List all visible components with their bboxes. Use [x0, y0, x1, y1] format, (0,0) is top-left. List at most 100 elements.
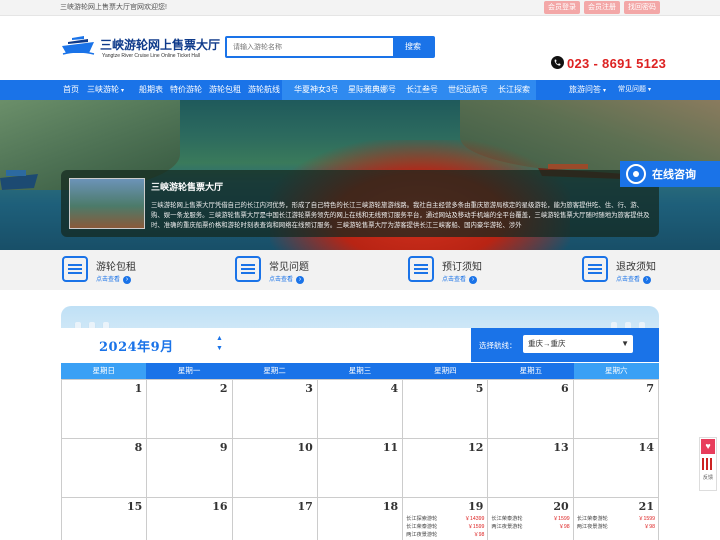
- calendar-day-cell[interactable]: 20 长江荣泰游轮 ￥1599 两江夜景游轮 ￥98: [488, 498, 574, 540]
- trip-item[interactable]: 长江荣泰游轮 ￥1599: [577, 515, 655, 523]
- chat-icon: [626, 164, 646, 184]
- calendar-day-cell[interactable]: 6: [488, 380, 574, 439]
- calendar-day-cell[interactable]: 8: [62, 439, 148, 498]
- nav-ship-changjiang-explorer[interactable]: 长江探索: [498, 80, 530, 100]
- calendar-day-number: 2: [219, 382, 228, 395]
- calendar-day-cell[interactable]: 12: [403, 439, 489, 498]
- shortcut-booking-notice[interactable]: 预订须知 点击查看: [408, 256, 548, 286]
- calendar-day-cell[interactable]: 14: [573, 439, 659, 498]
- trip-item[interactable]: 长江荣泰游轮 ￥1599: [491, 515, 569, 523]
- calendar-day-cell[interactable]: 9: [147, 439, 233, 498]
- shortcut-faq[interactable]: 常见问题 点击查看: [235, 256, 375, 286]
- calendar-day-cell[interactable]: 11: [317, 439, 404, 498]
- nav-schedule[interactable]: 船期表: [139, 80, 163, 100]
- trip-list: 长江探索游轮 ￥14399 长江荣泰游轮 ￥1599 两江夜景游轮 ￥98: [406, 515, 484, 539]
- route-selector-box: 选择航线： 重庆→重庆: [471, 328, 659, 362]
- calendar-day-number: 7: [646, 382, 654, 395]
- nav-home[interactable]: 首页: [63, 80, 79, 100]
- banner-boat-left: [0, 170, 38, 190]
- trip-price: ￥98: [473, 532, 485, 538]
- weekday-label: 星期四: [434, 366, 457, 375]
- trip-price: ￥1599: [467, 524, 485, 530]
- calendar-day-cell[interactable]: 15: [62, 498, 148, 540]
- trip-item[interactable]: 长江荣泰游轮 ￥1599: [406, 523, 484, 531]
- site-logo-title[interactable]: 三峡游轮网上售票大厅: [100, 36, 220, 53]
- trip-ship-name: 长江探索游轮: [406, 516, 438, 522]
- calendar-day-cell[interactable]: 7: [573, 380, 659, 439]
- refund-document-icon: [582, 256, 608, 282]
- calendar-day-cell[interactable]: 16: [147, 498, 233, 540]
- nav-ship-xingji-yadianna[interactable]: 星际雅典娜号: [348, 80, 396, 100]
- prev-month-arrow-icon[interactable]: ▲: [216, 334, 223, 344]
- nav-travel-qa[interactable]: 旅游问答: [569, 80, 606, 100]
- weekday-label: 星期五: [519, 366, 543, 375]
- nav-special-cruise[interactable]: 特价游轮: [170, 80, 202, 100]
- register-button[interactable]: 会员注册: [584, 1, 620, 14]
- hero-banner[interactable]: 三峡游轮售票大厅 三峡游轮网上售票大厅凭借自己的长江内河优势，形成了自己特色的长…: [0, 100, 720, 250]
- calendar-day-cell[interactable]: 4: [317, 380, 404, 439]
- nav-three-gorges-cruise[interactable]: 三峡游轮: [87, 80, 124, 100]
- trip-item[interactable]: 两江夜景游轮 ￥98: [406, 531, 484, 539]
- online-consult-label: 在线咨询: [652, 169, 696, 181]
- shortcut-refund-notice[interactable]: 退改须知 点击查看: [582, 256, 720, 286]
- shortcut-view-link[interactable]: 点击查看: [96, 274, 131, 284]
- nav-ship-huaxia-shennv-3[interactable]: 华夏神女3号: [294, 80, 338, 100]
- calendar-day-cell[interactable]: 17: [232, 498, 318, 540]
- calendar-grid: 1 2 3 4 5 6 7 8 9 10 11 12 13 14 15 16 17 18 19 长江探索游轮 ￥1439…: [61, 379, 659, 540]
- calendar-day-cell[interactable]: 3: [232, 380, 318, 439]
- nav-faq[interactable]: 常见问题: [618, 80, 651, 100]
- favorite-heart-icon[interactable]: ♥: [701, 439, 715, 454]
- qr-code-icon[interactable]: [702, 458, 714, 470]
- top-bar: 三峡游轮网上售票大厅官网欢迎您! 会员登录 会员注册 找回密码: [0, 0, 720, 16]
- intro-text: 三峡游轮网上售票大厅凭借自己的长江内河优势，形成了自己特色的长江三峡游轮旅游线路…: [151, 202, 650, 229]
- nav-ship-century-voyage[interactable]: 世纪远航号: [448, 80, 488, 100]
- calendar-day-number: 11: [382, 441, 399, 454]
- calendar-day-cell[interactable]: 1: [62, 380, 148, 439]
- nav-ship-changjiang-3[interactable]: 长江叁号: [406, 80, 438, 100]
- calendar-day-number: 12: [468, 441, 484, 454]
- cruise-ship-logo-icon[interactable]: [60, 30, 96, 56]
- next-month-arrow-icon[interactable]: ▼: [216, 344, 223, 354]
- calendar-day-number: 3: [305, 382, 313, 395]
- trip-item[interactable]: 长江探索游轮 ￥14399: [406, 515, 484, 523]
- calendar-day-cell[interactable]: 5: [403, 380, 489, 439]
- forgot-password-button[interactable]: 找回密码: [624, 1, 660, 14]
- calendar-day-number: 17: [297, 500, 313, 513]
- trip-item[interactable]: 两江夜景游轮 ￥98: [577, 523, 655, 531]
- feedback-button[interactable]: 反馈: [701, 475, 715, 482]
- login-button[interactable]: 会员登录: [544, 1, 580, 14]
- weekday-header: 星期日 星期一 星期二 星期三 星期四 星期五 星期六: [61, 363, 659, 379]
- calendar-day-number: 8: [134, 441, 143, 454]
- calendar-day-number: 10: [297, 441, 313, 454]
- shortcut-view-link[interactable]: 点击查看: [442, 274, 477, 284]
- search-input[interactable]: [227, 38, 395, 56]
- trip-list: 长江荣泰游轮 ￥1599 两江夜景游轮 ￥98: [491, 515, 569, 531]
- trip-ship-name: 长江荣泰游轮: [576, 516, 608, 522]
- calendar-day-number: 4: [390, 382, 399, 395]
- route-select[interactable]: 重庆→重庆: [523, 335, 633, 353]
- calendar-day-number: 16: [212, 500, 228, 513]
- calendar-day-number: 5: [475, 382, 484, 395]
- calendar-header: 2024年9月 ▲ ▼ 选择航线： 重庆→重庆: [61, 328, 659, 362]
- online-consult-button[interactable]: 在线咨询: [620, 161, 720, 187]
- trip-item[interactable]: 两江夜景游轮 ￥98: [491, 523, 569, 531]
- shortcut-view-link[interactable]: 点击查看: [269, 274, 304, 284]
- calendar-day-cell[interactable]: 19 长江探索游轮 ￥14399 长江荣泰游轮 ￥1599 两江夜景游轮 ￥98: [403, 498, 489, 540]
- intro-thumbnail[interactable]: [69, 178, 145, 229]
- calendar-day-cell[interactable]: 21 长江荣泰游轮 ￥1599 两江夜景游轮 ￥98: [573, 498, 659, 540]
- calendar-day-cell[interactable]: 18: [317, 498, 404, 540]
- shortcut-title: 退改须知: [616, 262, 656, 273]
- shortcut-title: 游轮包租: [96, 262, 136, 273]
- phone-icon: [551, 56, 564, 69]
- calendar-day-cell[interactable]: 10: [232, 439, 318, 498]
- nav-cruise-routes[interactable]: 游轮航线: [248, 80, 280, 100]
- weekday-label: 星期六: [573, 363, 659, 379]
- trip-ship-name: 长江荣泰游轮: [406, 524, 438, 530]
- search-button[interactable]: 搜索: [393, 38, 433, 56]
- calendar-day-cell[interactable]: 13: [488, 439, 574, 498]
- shortcut-cruise-charter[interactable]: 游轮包租 点击查看: [62, 256, 202, 286]
- calendar-day-cell[interactable]: 2: [147, 380, 233, 439]
- shortcut-view-link[interactable]: 点击查看: [616, 274, 651, 284]
- nav-cruise-charter[interactable]: 游轮包租: [209, 80, 241, 100]
- calendar-day-number: 6: [561, 382, 569, 395]
